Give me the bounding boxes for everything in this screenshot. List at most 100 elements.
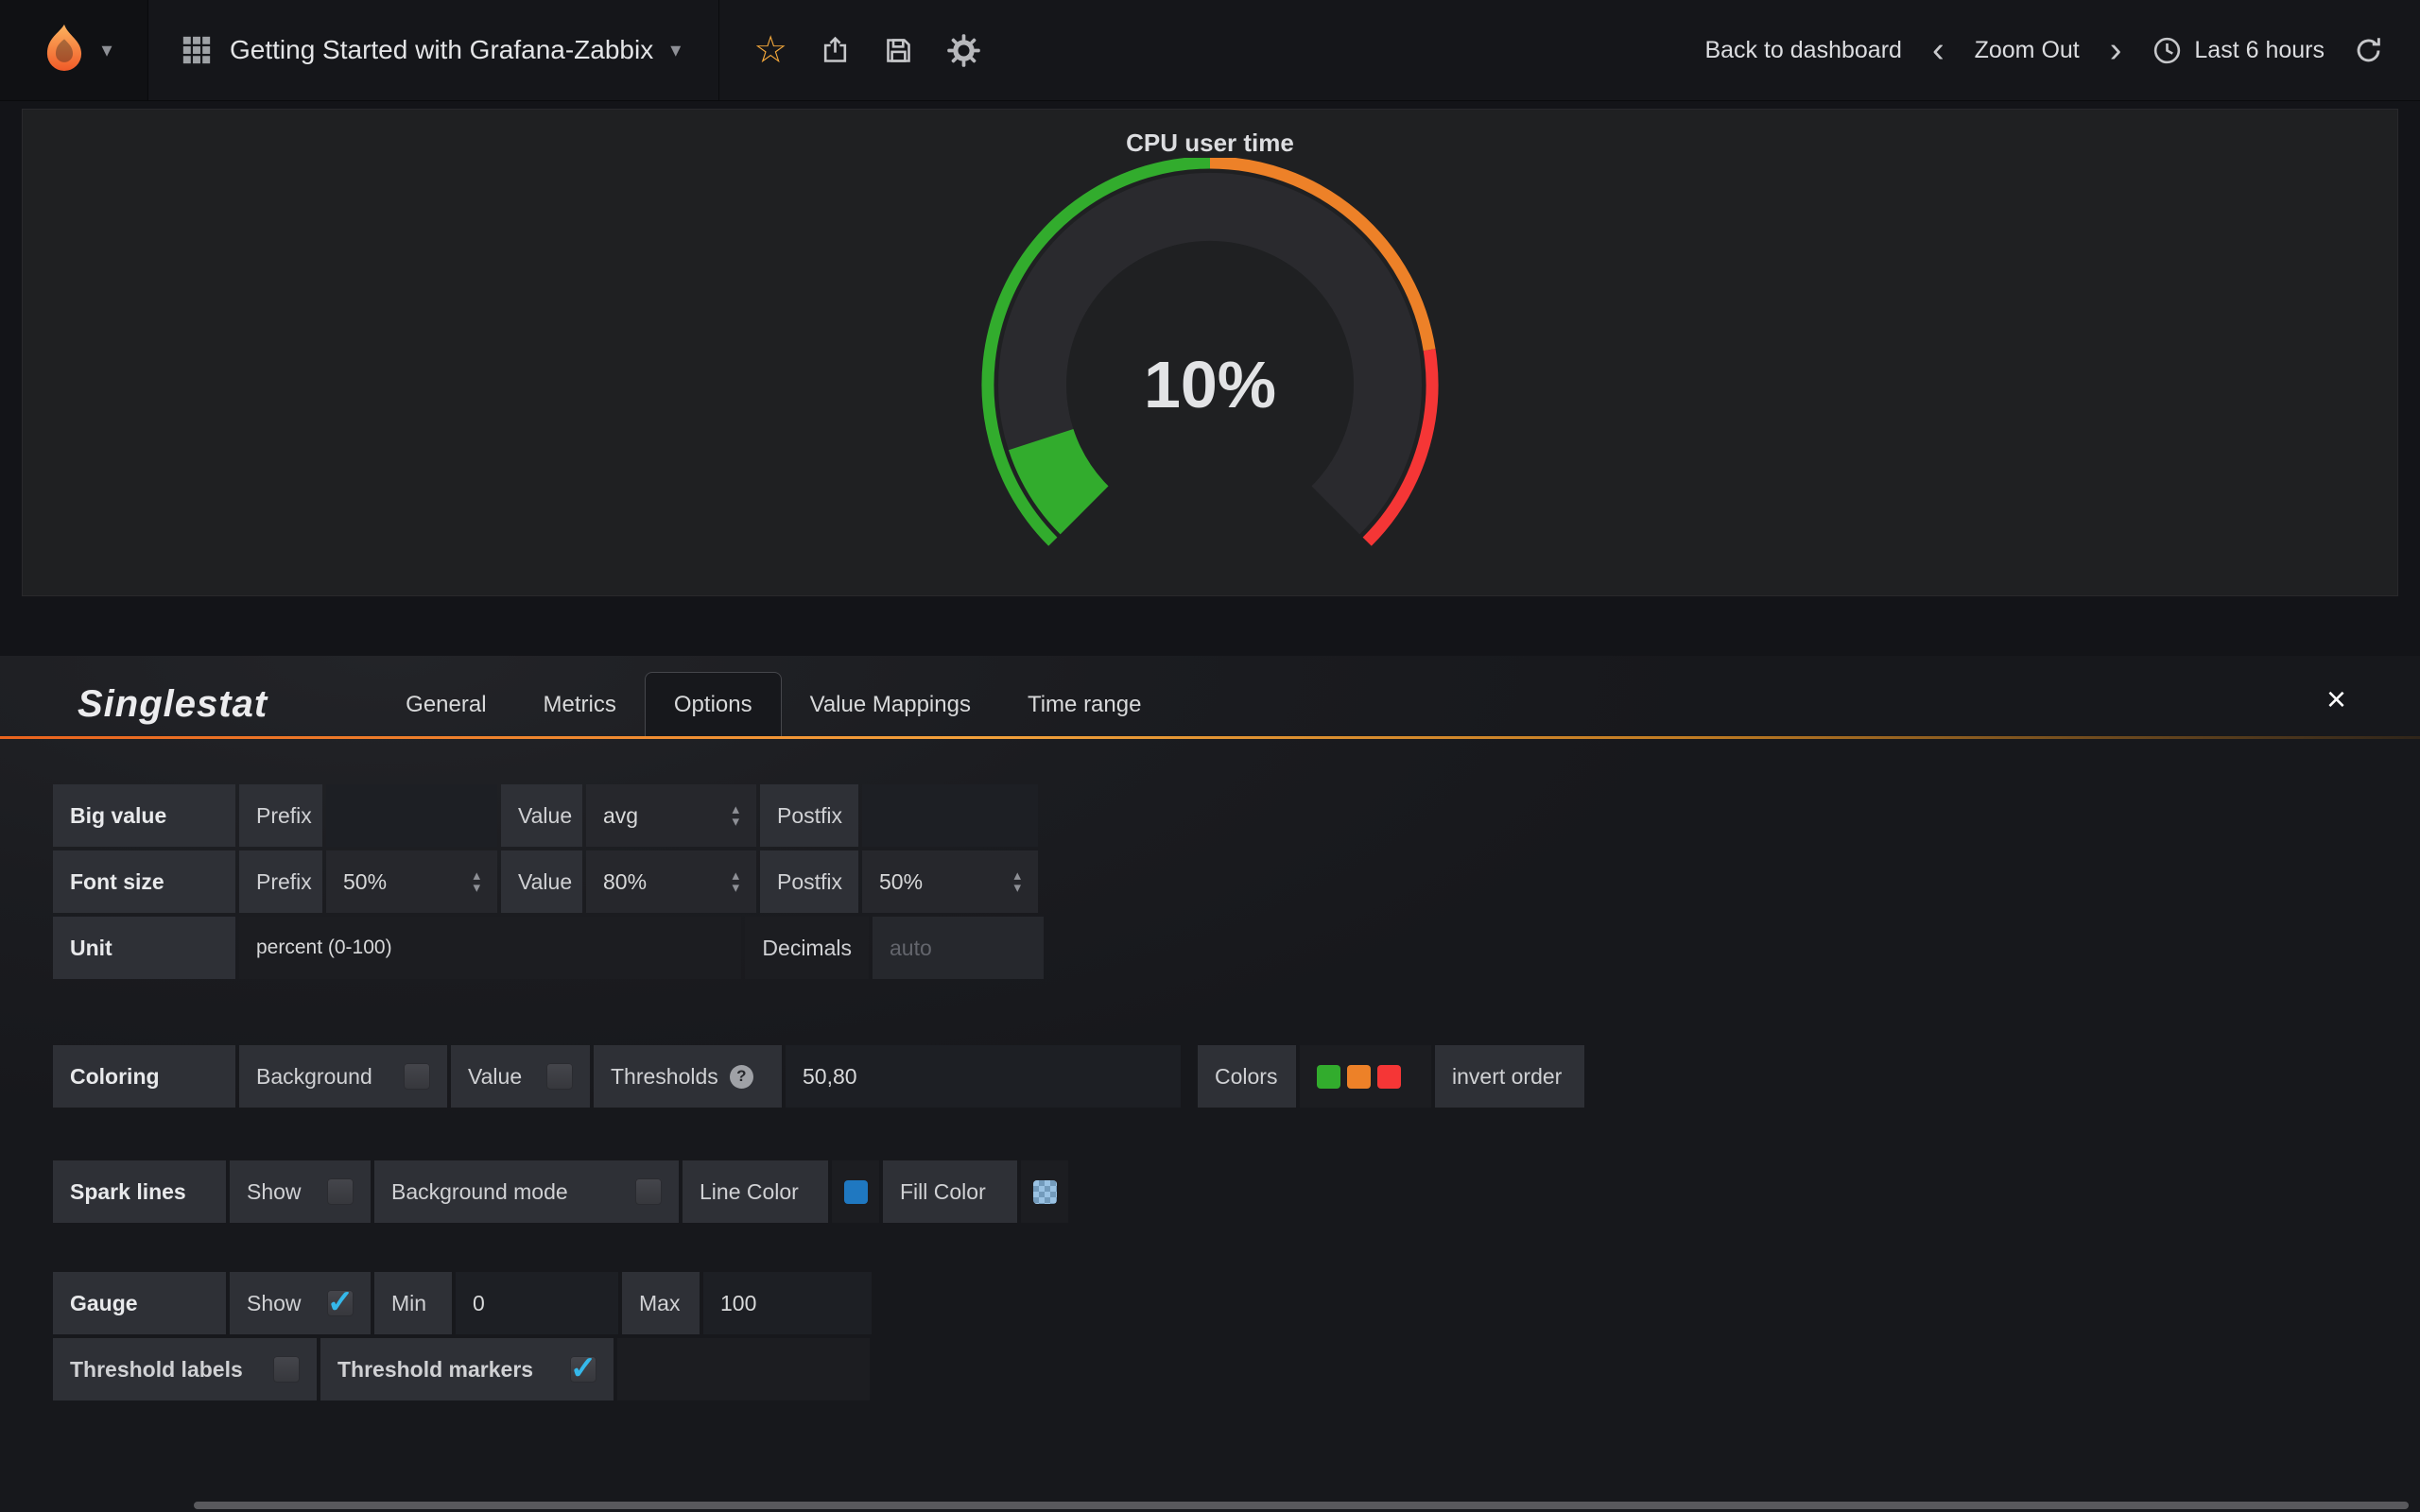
line-color-swatch[interactable] — [844, 1180, 868, 1204]
navbar-actions: ☆ — [725, 0, 1010, 100]
zoom-out-button[interactable]: Zoom Out — [1975, 37, 2080, 64]
settings-gear-icon[interactable] — [946, 33, 981, 68]
decimals-input[interactable] — [873, 917, 1044, 979]
font-size-label: Font size — [53, 850, 235, 913]
font-size-prefix-selected: 50% — [343, 869, 387, 895]
big-value-postfix-label: Postfix — [760, 784, 858, 847]
line-color-label: Line Color — [683, 1160, 828, 1223]
tab-metrics[interactable]: Metrics — [515, 692, 645, 739]
threshold-labels-label: Threshold labels — [70, 1357, 243, 1383]
panel-title[interactable]: CPU user time — [23, 110, 2397, 158]
threshold-labels-toggle[interactable]: Threshold labels — [53, 1338, 317, 1400]
save-icon[interactable] — [883, 35, 914, 66]
dashboard-title: Getting Started with Grafana-Zabbix — [230, 35, 653, 65]
back-to-dashboard-button[interactable]: Back to dashboard — [1704, 37, 1901, 64]
big-value-label: Big value — [53, 784, 235, 847]
threshold-markers-label: Threshold markers — [337, 1357, 533, 1383]
time-picker-button[interactable]: Last 6 hours — [2152, 35, 2325, 66]
editor-header: Singlestat General Metrics Options Value… — [0, 656, 2420, 739]
spark-background-mode-toggle[interactable]: Background mode — [374, 1160, 679, 1223]
coloring-value-toggle[interactable]: Value — [451, 1045, 590, 1108]
invert-order-button[interactable]: invert order — [1435, 1045, 1584, 1108]
coloring-background-toggle[interactable]: Background — [239, 1045, 447, 1108]
navbar: ▾ Getting Started with Grafana-Zabbix ▾ … — [0, 0, 2420, 101]
font-size-prefix-select[interactable]: 50% ▴▾ — [326, 850, 497, 913]
star-dashboard-button[interactable]: ☆ — [753, 31, 787, 69]
time-shift-back-chevron-icon[interactable]: ‹ — [1930, 32, 1946, 68]
gauge-min-input[interactable] — [456, 1272, 618, 1334]
font-size-prefix-label: Prefix — [239, 850, 322, 913]
gauge-chart: 10% — [23, 158, 2397, 574]
coloring-value-label: Value — [468, 1064, 522, 1090]
stepper-icon: ▴▾ — [1013, 869, 1021, 894]
gauge-show-label: Show — [247, 1291, 302, 1316]
green-color-swatch[interactable] — [1317, 1065, 1340, 1089]
big-value-stat-select[interactable]: avg ▴▾ — [586, 784, 756, 847]
gap — [1184, 1045, 1194, 1108]
tab-general[interactable]: General — [377, 692, 514, 739]
grafana-menu-caret-icon: ▾ — [101, 40, 112, 60]
navbar-right: Back to dashboard ‹ Zoom Out › Last 6 ho… — [1704, 0, 2420, 100]
threshold-labels-checkbox[interactable] — [273, 1356, 300, 1383]
font-size-value-select[interactable]: 80% ▴▾ — [586, 850, 756, 913]
horizontal-scrollbar[interactable] — [194, 1502, 2409, 1509]
spark-show-toggle[interactable]: Show — [230, 1160, 371, 1223]
gauge-row: Gauge Show ✓ Min Max — [53, 1272, 2420, 1334]
stepper-icon: ▴▾ — [732, 803, 739, 828]
help-icon[interactable]: ? — [730, 1065, 753, 1089]
time-range-label: Last 6 hours — [2194, 37, 2325, 64]
time-shift-forward-chevron-icon[interactable]: › — [2108, 32, 2124, 68]
tab-value-mappings[interactable]: Value Mappings — [782, 692, 999, 739]
coloring-background-label: Background — [256, 1064, 372, 1090]
thresholds-input[interactable] — [786, 1045, 1181, 1108]
panel-editor: Singlestat General Metrics Options Value… — [0, 656, 2420, 1512]
colors-label: Colors — [1198, 1045, 1296, 1108]
gauge-max-input[interactable] — [703, 1272, 872, 1334]
threshold-markers-checkbox[interactable]: ✓ — [570, 1356, 596, 1383]
clock-icon — [2152, 35, 2183, 66]
thresholds-label: Thresholds ? — [594, 1045, 782, 1108]
big-value-postfix-input[interactable] — [862, 784, 1038, 847]
refresh-icon[interactable] — [2353, 35, 2384, 66]
dashboard-picker[interactable]: Getting Started with Grafana-Zabbix ▾ — [148, 0, 713, 100]
gauge-show-checkbox[interactable]: ✓ — [327, 1290, 354, 1316]
threshold-markers-toggle[interactable]: Threshold markers ✓ — [320, 1338, 614, 1400]
coloring-background-checkbox[interactable] — [404, 1063, 430, 1090]
font-size-value-label: Value — [501, 850, 582, 913]
coloring-value-checkbox[interactable] — [546, 1063, 573, 1090]
font-size-postfix-select[interactable]: 50% ▴▾ — [862, 850, 1038, 913]
navbar-divider — [718, 0, 719, 100]
red-color-swatch[interactable] — [1377, 1065, 1401, 1089]
spark-background-mode-checkbox[interactable] — [635, 1178, 662, 1205]
close-editor-icon[interactable]: × — [2326, 682, 2346, 716]
big-value-prefix-label: Prefix — [239, 784, 322, 847]
options-form: Big value Prefix Value avg ▴▾ Postfix Fo… — [0, 739, 2420, 1400]
coloring-row: Coloring Background Value Thresholds ? C… — [53, 1045, 2420, 1108]
threshold-colors-cell — [1300, 1045, 1431, 1108]
fill-color-swatch[interactable] — [1033, 1180, 1057, 1204]
grafana-logo-icon — [35, 21, 94, 79]
big-value-prefix-input[interactable] — [326, 784, 497, 847]
spark-show-checkbox[interactable] — [327, 1178, 354, 1205]
stepper-icon: ▴▾ — [473, 869, 480, 894]
orange-color-swatch[interactable] — [1347, 1065, 1371, 1089]
fill-color-cell — [1021, 1160, 1068, 1223]
gauge-value-arc — [1041, 439, 1084, 510]
tab-time-range[interactable]: Time range — [999, 692, 1170, 739]
panel-type-title: Singlestat — [78, 683, 268, 726]
gauge-show-toggle[interactable]: Show ✓ — [230, 1272, 371, 1334]
share-icon[interactable] — [820, 35, 851, 66]
font-size-postfix-label: Postfix — [760, 850, 858, 913]
gauge-min-label: Min — [374, 1272, 452, 1334]
big-value-stat-selected: avg — [603, 803, 638, 829]
font-size-row: Font size Prefix 50% ▴▾ Value 80% ▴▾ Pos… — [53, 850, 2420, 913]
gauge-svg: 10% — [964, 158, 1456, 574]
grafana-menu-button[interactable]: ▾ — [0, 0, 148, 100]
dashboard-caret-icon: ▾ — [670, 40, 681, 60]
tab-options[interactable]: Options — [645, 672, 782, 739]
spark-background-mode-label: Background mode — [391, 1179, 568, 1205]
decimals-label: Decimals — [745, 917, 869, 979]
gauge-label: Gauge — [53, 1272, 226, 1334]
dashboard-grid-icon — [181, 34, 213, 66]
unit-value-select[interactable]: percent (0-100) — [239, 917, 741, 979]
